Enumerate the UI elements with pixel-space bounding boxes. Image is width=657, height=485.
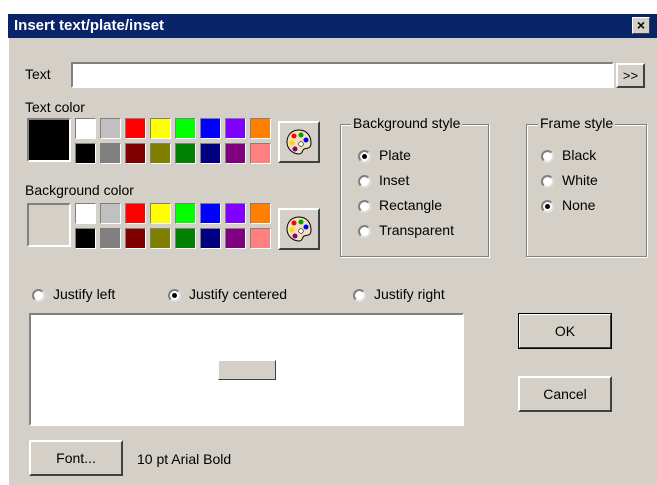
justify-radio-justify-right[interactable] bbox=[353, 289, 366, 302]
text-input[interactable] bbox=[71, 62, 614, 88]
palette-icon bbox=[286, 129, 312, 155]
background-style-radio-transparent[interactable] bbox=[358, 225, 371, 238]
browse-button[interactable]: >> bbox=[616, 63, 645, 88]
text-preview-area bbox=[29, 313, 464, 426]
background-color-swatch[interactable] bbox=[200, 203, 221, 224]
background-style-radio-rectangle[interactable] bbox=[358, 200, 371, 213]
text-color-swatch[interactable] bbox=[175, 118, 196, 139]
background-style-label-rectangle[interactable]: Rectangle bbox=[379, 197, 442, 213]
text-color-preview bbox=[27, 118, 71, 162]
background-color-swatch[interactable] bbox=[150, 228, 171, 249]
font-info: 10 pt Arial Bold bbox=[137, 451, 232, 467]
text-color-swatch[interactable] bbox=[150, 143, 171, 164]
text-color-swatch[interactable] bbox=[200, 118, 221, 139]
background-style-label-plate[interactable]: Plate bbox=[379, 147, 411, 163]
background-color-palette-button[interactable] bbox=[278, 208, 320, 250]
background-color-swatch[interactable] bbox=[125, 203, 146, 224]
background-style-label-transparent[interactable]: Transparent bbox=[379, 222, 454, 238]
justify-label-justify-left[interactable]: Justify left bbox=[53, 286, 115, 302]
background-color-swatch[interactable] bbox=[150, 203, 171, 224]
background-color-swatch[interactable] bbox=[250, 203, 271, 224]
text-color-swatch[interactable] bbox=[225, 118, 246, 139]
text-color-palette-button[interactable] bbox=[278, 121, 320, 163]
cancel-button[interactable]: Cancel bbox=[518, 376, 612, 412]
text-color-swatch[interactable] bbox=[125, 118, 146, 139]
frame-style-label-black[interactable]: Black bbox=[562, 147, 596, 163]
font-button[interactable]: Font... bbox=[29, 440, 123, 476]
background-color-label: Background color bbox=[25, 182, 134, 198]
palette-icon bbox=[286, 216, 312, 242]
text-color-swatch[interactable] bbox=[100, 143, 121, 164]
background-style-label-inset[interactable]: Inset bbox=[379, 172, 409, 188]
background-color-swatch[interactable] bbox=[200, 228, 221, 249]
text-color-swatch[interactable] bbox=[250, 118, 271, 139]
frame-style-radio-white[interactable] bbox=[541, 175, 554, 188]
frame-style-legend: Frame style bbox=[538, 115, 616, 131]
background-color-swatch[interactable] bbox=[75, 228, 96, 249]
close-icon: × bbox=[636, 17, 646, 33]
background-color-swatch[interactable] bbox=[175, 228, 196, 249]
ok-button[interactable]: OK bbox=[518, 313, 612, 349]
background-color-swatch[interactable] bbox=[125, 228, 146, 249]
close-button[interactable]: × bbox=[632, 17, 650, 34]
justify-label-justify-centered[interactable]: Justify centered bbox=[189, 286, 287, 302]
background-style-radio-plate[interactable] bbox=[358, 150, 371, 163]
text-color-swatch[interactable] bbox=[100, 118, 121, 139]
text-color-swatch[interactable] bbox=[175, 143, 196, 164]
text-color-swatch[interactable] bbox=[75, 118, 96, 139]
justify-radio-justify-centered[interactable] bbox=[168, 289, 181, 302]
text-color-swatch[interactable] bbox=[75, 143, 96, 164]
text-color-swatch[interactable] bbox=[200, 143, 221, 164]
text-color-label: Text color bbox=[25, 99, 85, 115]
frame-style-radio-none[interactable] bbox=[541, 200, 554, 213]
background-color-swatch[interactable] bbox=[100, 228, 121, 249]
background-color-swatches bbox=[75, 203, 275, 249]
frame-style-label-white[interactable]: White bbox=[562, 172, 598, 188]
text-color-swatch[interactable] bbox=[150, 118, 171, 139]
justify-radio-justify-left[interactable] bbox=[32, 289, 45, 302]
background-style-radio-inset[interactable] bbox=[358, 175, 371, 188]
dialog-title: Insert text/plate/inset bbox=[14, 17, 165, 34]
background-color-swatch[interactable] bbox=[250, 228, 271, 249]
background-color-preview bbox=[27, 203, 71, 247]
text-label: Text bbox=[25, 66, 51, 82]
background-color-swatch[interactable] bbox=[225, 203, 246, 224]
frame-style-group bbox=[526, 124, 647, 257]
background-color-swatch[interactable] bbox=[100, 203, 121, 224]
background-color-swatch[interactable] bbox=[225, 228, 246, 249]
frame-style-label-none[interactable]: None bbox=[562, 197, 595, 213]
frame-style-radio-black[interactable] bbox=[541, 150, 554, 163]
text-color-swatches bbox=[75, 118, 275, 164]
preview-plate bbox=[218, 360, 276, 380]
background-color-swatch[interactable] bbox=[175, 203, 196, 224]
text-color-swatch[interactable] bbox=[225, 143, 246, 164]
text-color-swatch[interactable] bbox=[250, 143, 271, 164]
text-color-swatch[interactable] bbox=[125, 143, 146, 164]
background-color-swatch[interactable] bbox=[75, 203, 96, 224]
justify-label-justify-right[interactable]: Justify right bbox=[374, 286, 445, 302]
background-style-legend: Background style bbox=[351, 115, 463, 131]
